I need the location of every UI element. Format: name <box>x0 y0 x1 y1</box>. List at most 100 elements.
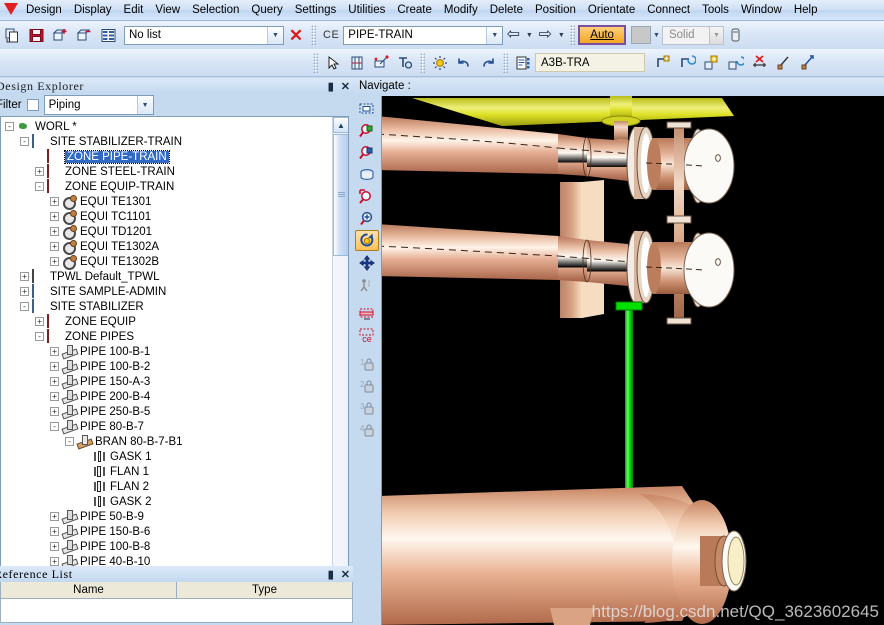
tree-item[interactable]: ZONE PIPE-TRAIN <box>1 148 332 164</box>
tree-item[interactable]: + PIPE 100-B-2 <box>1 359 332 374</box>
saved-view-4-icon[interactable]: 4 <box>355 420 379 441</box>
saved-view-1-icon[interactable]: 1 <box>355 354 379 375</box>
tree-vertical-scrollbar[interactable]: ▲ ▼ <box>332 117 348 604</box>
tree-item[interactable]: GASK 1 <box>1 449 332 464</box>
tree-item[interactable]: - PIPE 80-B-7 <box>1 419 332 434</box>
menu-item-display[interactable]: Display <box>68 1 118 20</box>
representation-value[interactable]: Solid <box>661 25 710 45</box>
clear-list-button[interactable]: ✕ <box>285 24 307 46</box>
toolbar-grip[interactable] <box>420 52 425 73</box>
tree-item[interactable]: - WORL * <box>1 119 332 134</box>
saved-view-3-icon[interactable]: 3 <box>355 398 379 419</box>
rotate-icon[interactable] <box>355 230 379 251</box>
tree-item[interactable]: + SITE SAMPLE-ADMIN <box>1 283 332 299</box>
tree-item[interactable]: - SITE STABILIZER-TRAIN <box>1 133 332 149</box>
close-icon[interactable]: ✕ <box>341 568 350 581</box>
scroll-thumb[interactable] <box>333 134 348 256</box>
tree-toggle[interactable]: + <box>20 287 29 296</box>
zoom-to-element-icon[interactable] <box>355 142 379 163</box>
tree-item[interactable]: + PIPE 100-B-8 <box>1 539 332 554</box>
tree-toggle[interactable]: + <box>50 197 59 206</box>
highlight-sun-icon[interactable] <box>429 52 451 74</box>
tree-item[interactable]: + PIPE 150-A-3 <box>1 374 332 389</box>
toolbar-grip[interactable] <box>570 25 576 45</box>
zoom-to-selection-icon[interactable] <box>355 120 379 141</box>
tree-item[interactable]: + ZONE EQUIP <box>1 313 332 329</box>
navigate-back-button[interactable]: ⇦ <box>504 24 522 46</box>
tree-toggle[interactable]: + <box>50 392 59 401</box>
list-grid-icon[interactable] <box>97 24 119 46</box>
tree-item[interactable]: + EQUI TE1302A <box>1 239 332 254</box>
menu-item-create[interactable]: Create <box>391 1 438 20</box>
navigate-forward-button[interactable]: ⇨ <box>536 24 554 46</box>
menu-item-edit[interactable]: Edit <box>118 1 150 20</box>
list-combo[interactable]: No list ▼ <box>124 25 284 45</box>
tree-toggle[interactable]: + <box>50 227 59 236</box>
reference-list-column-header[interactable]: Name <box>1 582 177 598</box>
tree-item[interactable]: + PIPE 250-B-5 <box>1 404 332 419</box>
pick-arrow-icon[interactable] <box>322 52 344 74</box>
menu-item-orientate[interactable]: Orientate <box>582 1 641 20</box>
tree-item[interactable]: + EQUI TC1101 <box>1 209 332 224</box>
tree-toggle[interactable]: + <box>50 512 59 521</box>
tree-toggle[interactable]: + <box>50 242 59 251</box>
filter-type-combo[interactable]: Piping ▼ <box>43 95 154 115</box>
undo-icon[interactable] <box>453 52 475 74</box>
auto-button[interactable]: Auto <box>578 25 626 45</box>
chevron-down-icon[interactable]: ▼ <box>486 26 503 44</box>
text-tool-icon[interactable] <box>394 52 416 74</box>
walk-icon[interactable] <box>355 274 379 295</box>
save-icon[interactable] <box>25 24 47 46</box>
pin-icon[interactable]: ▮ <box>328 568 334 581</box>
appearance-icon[interactable] <box>725 24 747 46</box>
redo-icon[interactable] <box>477 52 499 74</box>
toolbar-grip[interactable] <box>313 52 318 73</box>
measure-distance-icon[interactable] <box>796 52 818 74</box>
menu-item-window[interactable]: Window <box>735 1 788 20</box>
tree-toggle[interactable]: + <box>35 317 44 326</box>
menu-item-connect[interactable]: Connect <box>641 1 696 20</box>
tree-item[interactable]: FLAN 2 <box>1 479 332 494</box>
list-document-icon[interactable] <box>512 52 534 74</box>
modify-component-icon[interactable] <box>724 52 746 74</box>
tree-toggle[interactable]: + <box>50 377 59 386</box>
menu-item-utilities[interactable]: Utilities <box>342 1 391 20</box>
tree-toggle[interactable]: - <box>35 182 44 191</box>
tree-toggle[interactable]: - <box>20 302 29 311</box>
create-branch-icon[interactable] <box>652 52 674 74</box>
tree-toggle[interactable]: - <box>5 122 14 131</box>
toolbar-grip[interactable] <box>503 52 508 73</box>
element-box-icon[interactable] <box>346 52 368 74</box>
a3b-field[interactable]: A3B-TRA <box>535 53 645 72</box>
filter-checkbox[interactable] <box>26 99 39 111</box>
delete-component-icon[interactable] <box>748 52 770 74</box>
chevron-down-icon[interactable]: ▼ <box>709 25 724 45</box>
tree-toggle[interactable]: - <box>65 437 74 446</box>
create-component-icon[interactable] <box>700 52 722 74</box>
tree-toggle[interactable]: + <box>50 542 59 551</box>
tree-toggle[interactable]: + <box>50 362 59 371</box>
view-limits-icon[interactable] <box>355 98 379 119</box>
copy-icon[interactable] <box>1 24 23 46</box>
tree-toggle[interactable]: + <box>50 212 59 221</box>
chevron-down-icon[interactable]: ▼ <box>267 26 283 44</box>
menu-item-selection[interactable]: Selection <box>186 1 245 20</box>
menu-item-settings[interactable]: Settings <box>289 1 343 20</box>
menu-item-design[interactable]: Design <box>20 1 68 20</box>
menu-item-view[interactable]: View <box>149 1 186 20</box>
saved-view-2-icon[interactable]: 2 <box>355 376 379 397</box>
element-axes-icon[interactable] <box>370 52 392 74</box>
tree-item[interactable]: - ZONE PIPES <box>1 328 332 344</box>
tree-item[interactable]: - ZONE EQUIP-TRAIN <box>1 178 332 194</box>
tree-item[interactable]: GASK 2 <box>1 494 332 509</box>
toolbar-grip[interactable] <box>311 25 316 45</box>
tree-item[interactable]: + PIPE 150-B-6 <box>1 524 332 539</box>
tree-item[interactable]: + PIPE 100-B-1 <box>1 344 332 359</box>
modify-branch-icon[interactable] <box>676 52 698 74</box>
tree-item[interactable]: + TPWL Default_TPWL <box>1 268 332 284</box>
tree-toggle[interactable]: + <box>50 347 59 356</box>
close-icon[interactable]: ✕ <box>341 80 350 93</box>
menu-item-position[interactable]: Position <box>529 1 582 20</box>
center-on-ce-icon[interactable]: ce <box>355 325 379 346</box>
menu-item-tools[interactable]: Tools <box>696 1 735 20</box>
